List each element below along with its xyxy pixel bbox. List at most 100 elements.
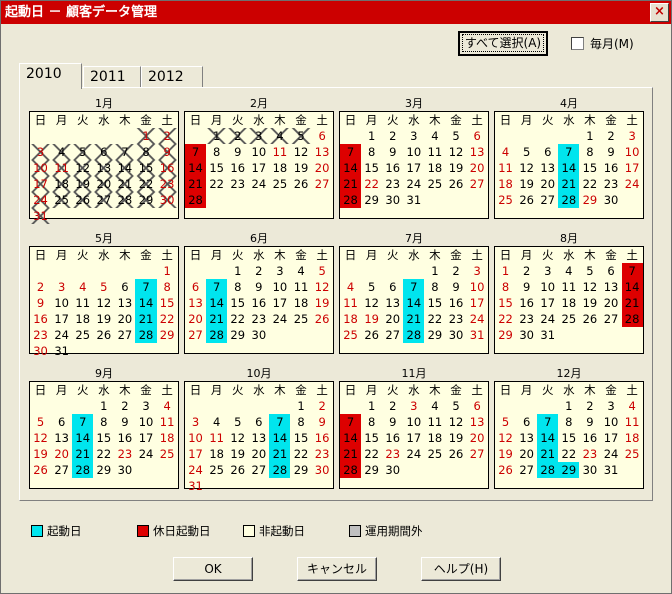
- day-cell[interactable]: 20: [467, 430, 488, 446]
- day-cell[interactable]: 5: [445, 128, 466, 144]
- day-cell[interactable]: 3: [537, 263, 558, 279]
- day-cell[interactable]: 3: [185, 414, 206, 430]
- day-cell[interactable]: 3: [403, 128, 424, 144]
- day-cell[interactable]: 21: [135, 311, 157, 327]
- day-cell[interactable]: 1: [227, 263, 248, 279]
- day-cell[interactable]: 9: [445, 279, 466, 295]
- day-cell[interactable]: 17: [135, 430, 156, 446]
- day-cell[interactable]: 8: [495, 279, 516, 295]
- day-cell[interactable]: 26: [445, 176, 466, 192]
- monthly-checkbox[interactable]: 毎月(M): [571, 34, 634, 52]
- day-cell[interactable]: 22: [93, 446, 114, 462]
- day-cell[interactable]: 23: [312, 446, 333, 462]
- day-cell[interactable]: 26: [290, 176, 311, 192]
- day-cell[interactable]: 19: [579, 295, 600, 311]
- day-cell[interactable]: 29: [558, 462, 580, 478]
- day-cell[interactable]: 17: [269, 295, 290, 311]
- day-cell[interactable]: 7: [558, 144, 580, 160]
- day-cell[interactable]: 24: [30, 192, 52, 208]
- day-cell[interactable]: 7: [135, 279, 157, 295]
- day-cell[interactable]: 30: [600, 192, 621, 208]
- day-cell[interactable]: 14: [558, 160, 580, 176]
- tab-2010[interactable]: 2010: [19, 63, 82, 89]
- day-cell[interactable]: 14: [135, 295, 157, 311]
- day-cell[interactable]: 26: [361, 327, 382, 343]
- day-cell[interactable]: 10: [403, 414, 424, 430]
- day-cell[interactable]: 5: [516, 144, 537, 160]
- day-cell[interactable]: 16: [382, 430, 403, 446]
- day-cell[interactable]: 31: [537, 327, 558, 343]
- day-cell[interactable]: 3: [403, 398, 424, 414]
- day-cell[interactable]: 4: [157, 398, 178, 414]
- day-cell[interactable]: 30: [579, 462, 600, 478]
- day-cell[interactable]: 31: [30, 208, 52, 224]
- day-cell[interactable]: 23: [30, 327, 51, 343]
- day-cell[interactable]: 18: [424, 160, 445, 176]
- cancel-button[interactable]: キャンセル: [297, 557, 377, 581]
- day-cell[interactable]: 1: [206, 128, 228, 144]
- day-cell[interactable]: 8: [227, 279, 248, 295]
- day-cell[interactable]: 17: [51, 311, 72, 327]
- day-cell[interactable]: 5: [312, 263, 333, 279]
- day-cell[interactable]: 10: [403, 144, 424, 160]
- day-cell[interactable]: 13: [467, 144, 488, 160]
- day-cell[interactable]: 25: [269, 176, 290, 192]
- day-cell[interactable]: 14: [403, 295, 425, 311]
- day-cell[interactable]: 10: [185, 430, 206, 446]
- day-cell[interactable]: 2: [248, 263, 269, 279]
- day-cell[interactable]: 30: [30, 343, 51, 359]
- day-cell[interactable]: 24: [622, 176, 643, 192]
- day-cell[interactable]: 9: [114, 414, 135, 430]
- day-cell[interactable]: 20: [600, 295, 621, 311]
- day-cell[interactable]: 18: [558, 295, 579, 311]
- day-cell[interactable]: 22: [227, 311, 248, 327]
- day-cell[interactable]: 12: [93, 295, 114, 311]
- day-cell[interactable]: 25: [290, 311, 311, 327]
- day-cell[interactable]: 23: [114, 446, 135, 462]
- day-cell[interactable]: 22: [157, 311, 178, 327]
- day-cell[interactable]: 17: [537, 295, 558, 311]
- day-cell[interactable]: 29: [157, 327, 178, 343]
- day-cell[interactable]: 17: [30, 176, 52, 192]
- day-cell[interactable]: 24: [403, 446, 424, 462]
- day-cell[interactable]: 6: [600, 263, 621, 279]
- day-cell[interactable]: 21: [340, 176, 362, 192]
- day-cell[interactable]: 21: [403, 311, 425, 327]
- day-cell[interactable]: 5: [361, 279, 382, 295]
- day-cell[interactable]: 21: [537, 446, 559, 462]
- day-cell[interactable]: 25: [206, 462, 227, 478]
- day-cell[interactable]: 14: [340, 160, 362, 176]
- day-cell[interactable]: 15: [495, 295, 516, 311]
- day-cell[interactable]: 11: [424, 144, 445, 160]
- day-cell[interactable]: 22: [135, 176, 157, 192]
- day-cell[interactable]: 5: [227, 414, 248, 430]
- day-cell[interactable]: 4: [340, 279, 361, 295]
- day-cell[interactable]: 28: [340, 192, 362, 208]
- day-cell[interactable]: 8: [93, 414, 114, 430]
- day-cell[interactable]: 23: [227, 176, 248, 192]
- day-cell[interactable]: 16: [445, 295, 466, 311]
- day-cell[interactable]: 8: [157, 279, 178, 295]
- day-cell[interactable]: 26: [30, 462, 51, 478]
- day-cell[interactable]: 27: [93, 192, 115, 208]
- day-cell[interactable]: 28: [537, 462, 559, 478]
- day-cell[interactable]: 16: [579, 430, 600, 446]
- day-cell[interactable]: 2: [30, 279, 51, 295]
- day-cell[interactable]: 13: [382, 295, 403, 311]
- day-cell[interactable]: 28: [135, 327, 157, 343]
- day-cell[interactable]: 7: [537, 414, 559, 430]
- day-cell[interactable]: 23: [248, 311, 269, 327]
- day-cell[interactable]: 11: [269, 144, 290, 160]
- help-button[interactable]: ヘルプ(H): [421, 557, 501, 581]
- day-cell[interactable]: 8: [579, 144, 600, 160]
- day-cell[interactable]: 2: [156, 128, 178, 144]
- day-cell[interactable]: 21: [558, 176, 580, 192]
- day-cell[interactable]: 12: [445, 414, 466, 430]
- day-cell[interactable]: 29: [361, 192, 382, 208]
- day-cell[interactable]: 20: [51, 446, 72, 462]
- day-cell[interactable]: 6: [537, 144, 558, 160]
- day-cell[interactable]: 17: [622, 160, 643, 176]
- day-cell[interactable]: 7: [340, 414, 362, 430]
- day-cell[interactable]: 7: [185, 144, 207, 160]
- day-cell[interactable]: 12: [227, 430, 248, 446]
